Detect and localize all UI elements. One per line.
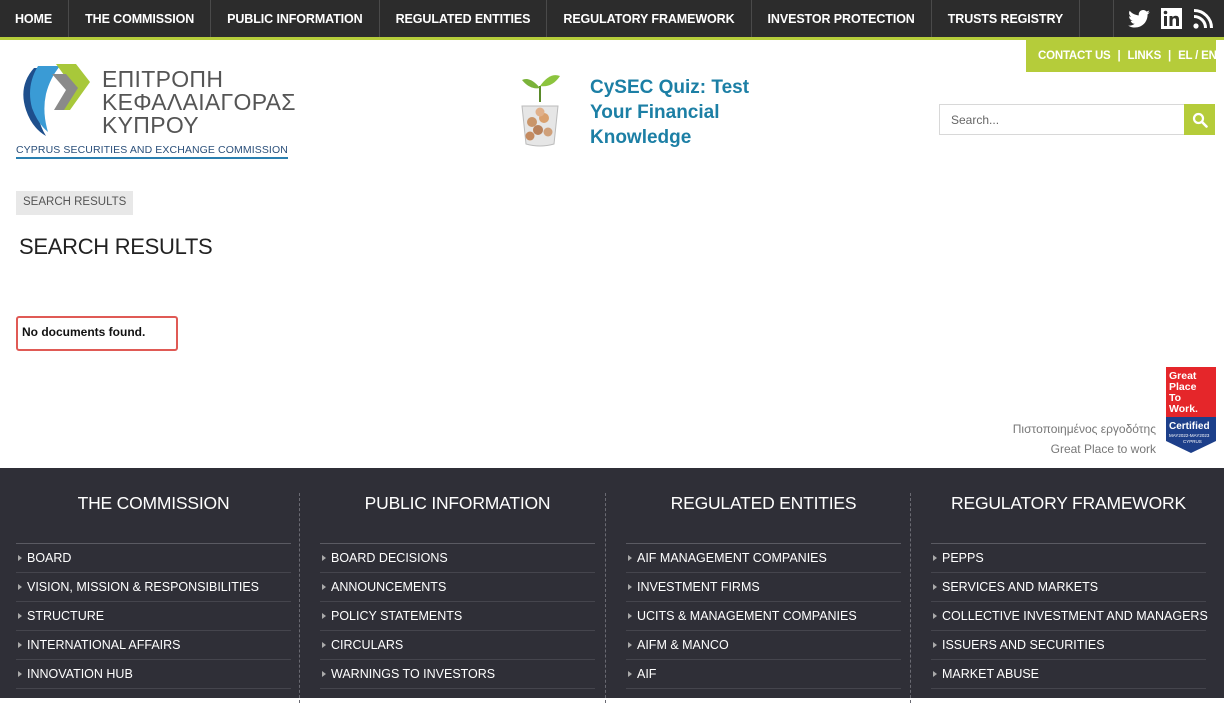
search-icon xyxy=(1192,112,1208,128)
no-documents-message: No documents found. xyxy=(16,316,178,351)
footer-link[interactable]: AIFM & MANCO xyxy=(626,631,901,660)
footer-link[interactable]: INVESTMENT FIRMS xyxy=(626,573,901,602)
breadcrumb: SEARCH RESULTS xyxy=(16,191,134,215)
coin-jar-plant-icon xyxy=(521,75,560,147)
quiz-banner[interactable]: CySEC Quiz: Test Your Financial Knowledg… xyxy=(516,70,776,152)
gptw-caption: Πιστοποιημένος εργοδότης Great Place to … xyxy=(1012,422,1156,456)
logo-english-name: CYPRUS SECURITIES AND EXCHANGE COMMISSIO… xyxy=(16,144,288,159)
footer-link[interactable]: BOARD xyxy=(16,544,291,573)
footer-link[interactable]: POLICY STATEMENTS xyxy=(320,602,595,631)
footer-column-regulated-entities: REGULATED ENTITIES AIF MANAGEMENT COMPAN… xyxy=(626,493,901,689)
footer-link[interactable]: VISION, MISSION & RESPONSIBILITIES xyxy=(16,573,291,602)
twitter-icon[interactable] xyxy=(1128,8,1150,30)
rss-icon[interactable] xyxy=(1192,8,1214,30)
footer-link[interactable]: AIF xyxy=(626,660,901,689)
footer-column-public-information: PUBLIC INFORMATION BOARD DECISIONS ANNOU… xyxy=(320,493,595,689)
footer-column-commission: THE COMMISSION BOARD VISION, MISSION & R… xyxy=(16,493,291,689)
links-link[interactable]: LINKS xyxy=(1128,50,1162,62)
footer-divider xyxy=(605,493,606,703)
footer-column-title: THE COMMISSION xyxy=(77,493,230,513)
footer-link[interactable]: INTERNATIONAL AFFAIRS xyxy=(16,631,291,660)
footer-link[interactable]: PEPPS xyxy=(931,544,1206,573)
footer-link[interactable]: AIF MANAGEMENT COMPANIES xyxy=(626,544,901,573)
footer-link[interactable]: COLLECTIVE INVESTMENT AND MANAGERS xyxy=(931,602,1208,631)
great-place-to-work-badge[interactable]: Great Place To Work. Certified MAY2022-M… xyxy=(1166,367,1216,453)
footer-link[interactable]: INNOVATION HUB xyxy=(16,660,291,689)
nav-item-trusts-registry[interactable]: TRUSTS REGISTRY xyxy=(932,0,1081,37)
cysec-logo[interactable]: ΕΠΙΤΡΟΠΗ ΚΕΦΑΛΑΙΑΓΟΡΑΣ ΚΥΠΡΟΥ CYPRUS SEC… xyxy=(16,58,296,160)
footer: THE COMMISSION BOARD VISION, MISSION & R… xyxy=(0,468,1224,703)
footer-column-title: REGULATED ENTITIES xyxy=(670,493,857,513)
quiz-title[interactable]: CySEC Quiz: Test Your Financial Knowledg… xyxy=(590,75,780,150)
cysec-logo-mark-icon xyxy=(23,64,90,136)
social-links xyxy=(1113,0,1224,37)
footer-link[interactable]: CIRCULARS xyxy=(320,631,595,660)
nav-item-the-commission[interactable]: THE COMMISSION xyxy=(69,0,212,37)
footer-link[interactable]: WARNINGS TO INVESTORS xyxy=(320,660,595,689)
language-switch[interactable]: EL / EN xyxy=(1178,50,1217,62)
footer-column-title: PUBLIC INFORMATION xyxy=(364,493,551,513)
footer-link[interactable]: STRUCTURE xyxy=(16,602,291,631)
search-input[interactable] xyxy=(939,104,1185,135)
footer-column-regulatory-framework: REGULATORY FRAMEWORK PEPPS SERVICES AND … xyxy=(931,493,1208,689)
contact-us-link[interactable]: CONTACT US xyxy=(1038,50,1111,62)
linkedin-icon[interactable] xyxy=(1160,8,1182,30)
footer-link[interactable]: ISSUERS AND SECURITIES xyxy=(931,631,1206,660)
nav-item-regulatory-framework[interactable]: REGULATORY FRAMEWORK xyxy=(547,0,752,37)
logo-greek-name: ΕΠΙΤΡΟΠΗ ΚΕΦΑΛΑΙΑΓΟΡΑΣ ΚΥΠΡΟΥ xyxy=(102,66,296,138)
nav-item-home[interactable]: HOME xyxy=(0,0,70,37)
search-button[interactable] xyxy=(1184,104,1215,135)
top-navigation: HOME THE COMMISSION PUBLIC INFORMATION R… xyxy=(0,0,1224,40)
page-title: SEARCH RESULTS xyxy=(19,234,213,259)
svg-text:MAY2022-MAY2023: MAY2022-MAY2023 xyxy=(1169,433,1210,438)
svg-text:Work.: Work. xyxy=(1169,403,1198,415)
footer-link[interactable]: UCITS & MANAGEMENT COMPANIES xyxy=(626,602,901,631)
contact-bar: CONTACT US | LINKS | EL / EN | xyxy=(1026,40,1224,72)
nav-item-public-information[interactable]: PUBLIC INFORMATION xyxy=(211,0,380,37)
svg-text:CYPRUS: CYPRUS xyxy=(1183,439,1202,444)
footer-link[interactable]: SERVICES AND MARKETS xyxy=(931,573,1206,602)
footer-divider xyxy=(299,493,300,703)
footer-divider xyxy=(910,493,911,703)
footer-link[interactable]: MARKET ABUSE xyxy=(931,660,1206,689)
footer-link[interactable]: ANNOUNCEMENTS xyxy=(320,573,595,602)
footer-link[interactable]: BOARD DECISIONS xyxy=(320,544,595,573)
nav-item-regulated-entities[interactable]: REGULATED ENTITIES xyxy=(380,0,548,37)
footer-column-title: REGULATORY FRAMEWORK xyxy=(951,493,1186,513)
svg-text:Certified: Certified xyxy=(1169,421,1210,432)
nav-item-investor-protection[interactable]: INVESTOR PROTECTION xyxy=(752,0,932,37)
